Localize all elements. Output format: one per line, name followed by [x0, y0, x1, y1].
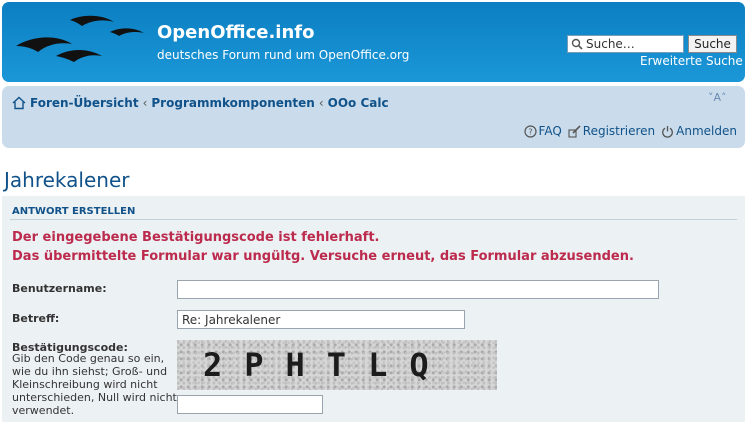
- register-label: Registrieren: [582, 124, 656, 138]
- subject-field[interactable]: Re: Jahrekalener: [177, 310, 465, 329]
- error-line-2: Das übermittelte Formular war ungültg. V…: [12, 249, 634, 264]
- search-input[interactable]: Suche…: [567, 35, 684, 53]
- site-description: deutsches Forum rund um OpenOffice.org: [157, 48, 410, 62]
- login-link[interactable]: Anmelden: [661, 124, 737, 138]
- search-placeholder: Suche…: [586, 37, 635, 51]
- user-links: ? FAQ Registrieren Anmelden: [518, 124, 737, 138]
- captcha-text: 2PHTLQ: [203, 346, 451, 384]
- font-size-toggle[interactable]: ˅A˄: [708, 91, 727, 104]
- site-title[interactable]: OpenOffice.info: [157, 22, 314, 43]
- search-icon: [571, 38, 583, 50]
- breadcrumb-forum-index[interactable]: Foren-Übersicht: [30, 96, 139, 110]
- error-line-1: Der eingegebene Bestätigungscode ist feh…: [12, 230, 380, 245]
- captcha-image: 2PHTLQ: [177, 340, 497, 390]
- panel-divider: [10, 219, 737, 220]
- search-button[interactable]: Suche: [688, 35, 737, 53]
- faq-label: FAQ: [538, 124, 562, 138]
- faq-icon: ?: [523, 124, 537, 138]
- home-icon[interactable]: [12, 96, 26, 110]
- breadcrumb-programmkomponenten[interactable]: Programmkomponenten: [151, 96, 314, 110]
- breadcrumb-ooo-calc[interactable]: OOo Calc: [328, 96, 389, 110]
- power-icon: [662, 125, 674, 138]
- breadcrumb-separator: ‹: [142, 96, 148, 110]
- captcha-help-text: Gib den Code genau so ein, wie du ihn si…: [12, 352, 177, 417]
- openoffice-gulls-logo[interactable]: [12, 12, 152, 68]
- username-field[interactable]: [177, 280, 659, 299]
- subject-label: Betreff:: [12, 312, 60, 325]
- navbar: Foren-Übersicht ‹ Programmkomponenten ‹ …: [2, 86, 745, 148]
- username-label: Benutzername:: [12, 282, 107, 295]
- error-message: Der eingegebene Bestätigungscode ist feh…: [12, 228, 634, 266]
- register-pencil-icon: [568, 124, 581, 138]
- post-form-panel: ANTWORT ERSTELLEN Der eingegebene Bestät…: [2, 196, 745, 422]
- login-label: Anmelden: [676, 124, 737, 138]
- advanced-search-link[interactable]: Erweiterte Suche: [640, 54, 743, 68]
- captcha-input[interactable]: [177, 395, 323, 414]
- breadcrumb: Foren-Übersicht ‹ Programmkomponenten ‹ …: [12, 96, 389, 110]
- panel-heading: ANTWORT ERSTELLEN: [12, 206, 136, 217]
- svg-text:?: ?: [528, 127, 532, 136]
- breadcrumb-separator: ‹: [318, 96, 324, 110]
- faq-link[interactable]: ? FAQ: [523, 124, 562, 138]
- register-link[interactable]: Registrieren: [568, 124, 655, 138]
- page-title[interactable]: Jahrekalener: [4, 168, 129, 192]
